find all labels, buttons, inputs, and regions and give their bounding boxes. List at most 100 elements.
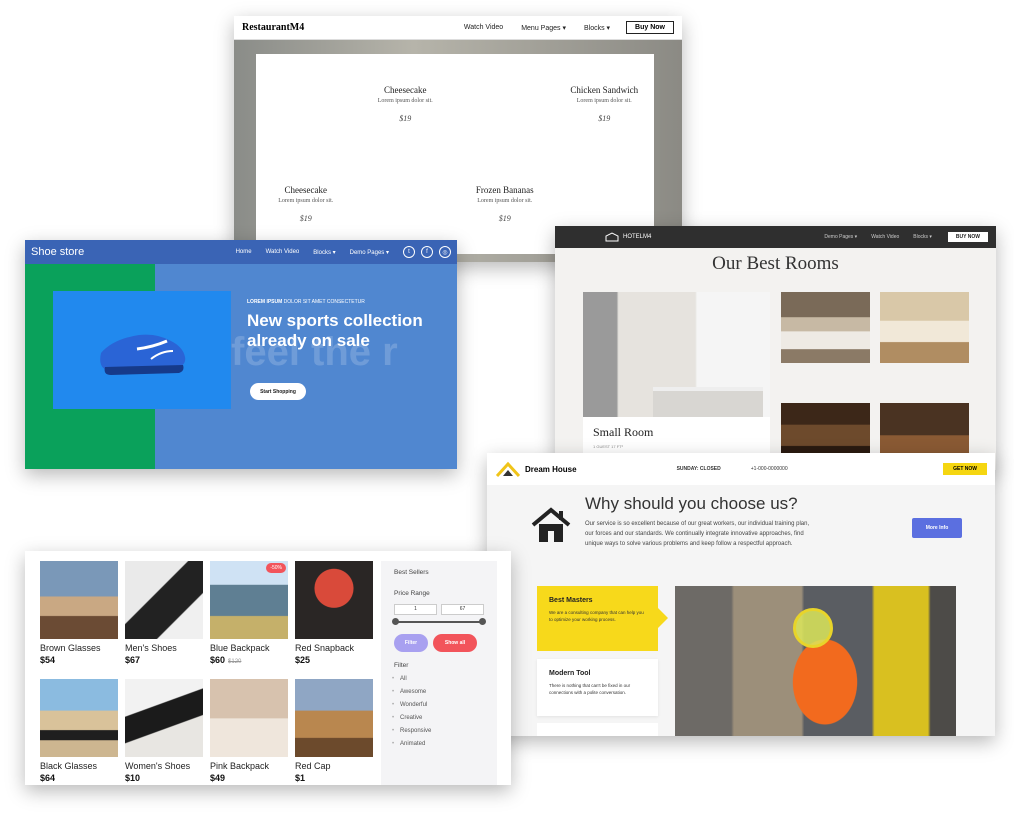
filter-option[interactable]: Responsive	[392, 728, 484, 734]
price-range-slider[interactable]	[392, 618, 486, 625]
nav-blocks[interactable]: Blocks ▾	[913, 234, 932, 240]
product-image[interactable]: -50%	[210, 561, 288, 639]
restaurant-brand[interactable]: RestaurantM4	[242, 22, 446, 33]
feature-card[interactable]	[537, 723, 658, 736]
product-image[interactable]	[295, 679, 373, 757]
feature-card-active[interactable]: Best Masters We are a consulting company…	[537, 586, 668, 651]
menu-item-price: $19	[299, 214, 312, 223]
product-image[interactable]	[125, 561, 203, 639]
hotel-brand-label: HOTELM4	[623, 234, 652, 240]
product-card[interactable]: Brown Glasses $54	[40, 561, 118, 665]
nav-home[interactable]: Home	[236, 249, 252, 255]
product-card[interactable]: Red Snapback $25	[295, 561, 373, 665]
nav-watch-video[interactable]: Watch Video	[871, 234, 899, 240]
best-sellers-heading[interactable]: Best Sellers	[394, 569, 484, 576]
get-now-button[interactable]: GET NOW	[943, 463, 987, 475]
menu-item-title: Cheesecake	[384, 85, 427, 95]
nav-menu-pages[interactable]: Menu Pages ▾	[521, 24, 566, 32]
nav-demo-pages[interactable]: Demo Pages ▾	[824, 234, 857, 240]
menu-item[interactable]: Cheesecake Lorem ipsum dolor sit. $19	[355, 54, 455, 154]
menu-grid: Cheesecake Lorem ipsum dolor sit. $19 Ch…	[256, 54, 654, 254]
shop-sidebar: Best Sellers Price Range 1 67 Filter Sho…	[381, 561, 497, 785]
section-paragraph: Our service is so excellent because of o…	[585, 521, 810, 547]
feature-title: Best Masters	[549, 597, 593, 604]
buy-now-button[interactable]: BUY NOW	[947, 232, 988, 242]
dream-brand[interactable]: Dream House	[525, 465, 577, 474]
hotel-preview: HOTELM4 Demo Pages ▾ Watch Video Blocks …	[555, 226, 996, 470]
product-card[interactable]: Black Glasses $64	[40, 679, 118, 783]
product-name[interactable]: Men's Shoes	[125, 643, 203, 653]
product-card[interactable]: Men's Shoes $67	[125, 561, 203, 665]
nav-watch-video[interactable]: Watch Video	[464, 24, 503, 31]
nav-blocks[interactable]: Blocks ▾	[584, 24, 610, 32]
feature-desc: We are a consulting company that can hel…	[549, 610, 644, 622]
room-image-small-room[interactable]	[583, 292, 770, 417]
hotel-logo-icon	[605, 232, 619, 242]
product-image[interactable]	[210, 679, 288, 757]
product-card[interactable]: Pink Backpack $49	[210, 679, 288, 783]
nav-blocks[interactable]: Blocks ▾	[313, 249, 335, 256]
product-image[interactable]	[40, 679, 118, 757]
room-thumb[interactable]	[880, 292, 969, 363]
shop-preview: Brown Glasses $54 Men's Shoes $67 -50% B…	[25, 551, 511, 785]
price-min-input[interactable]: 1	[394, 604, 437, 615]
start-shopping-button[interactable]: Start Shopping	[250, 383, 306, 400]
product-name[interactable]: Black Glasses	[40, 761, 118, 771]
feature-card[interactable]: Modern Tool There is nothing that can't …	[537, 659, 658, 716]
buy-now-button[interactable]: Buy Now	[626, 21, 674, 34]
room-thumb[interactable]	[781, 292, 870, 363]
menu-item[interactable]: Chicken Sandwich Lorem ipsum dolor sit. …	[554, 54, 654, 154]
nav-demo-pages[interactable]: Demo Pages ▾	[350, 249, 389, 256]
filter-list: All Awesome Wonderful Creative Responsiv…	[392, 676, 484, 747]
shoe-store-preview: Shoe store Home Watch Video Blocks ▾ Dem…	[25, 240, 457, 469]
product-name[interactable]: Blue Backpack	[210, 643, 288, 653]
price-range-heading: Price Range	[394, 590, 430, 597]
menu-item-price: $19	[399, 114, 412, 123]
product-name[interactable]: Pink Backpack	[210, 761, 288, 771]
product-image[interactable]	[295, 561, 373, 639]
filter-buttons: Filter Show all	[394, 634, 484, 652]
product-card[interactable]: Red Cap $1	[295, 679, 373, 783]
product-name[interactable]: Brown Glasses	[40, 643, 118, 653]
filter-option[interactable]: Creative	[392, 715, 484, 721]
hero-kicker: LOREM IPSUM DOLOR SIT AMET CONSECTETUR	[247, 299, 365, 305]
discount-badge: -50%	[266, 563, 286, 573]
product-card[interactable]: Women's Shoes $10	[125, 679, 203, 783]
filter-option[interactable]: Wonderful	[392, 702, 484, 708]
food-image-chocolate-cake	[455, 54, 555, 154]
filter-option[interactable]: All	[392, 676, 484, 682]
product-name[interactable]: Red Cap	[295, 761, 373, 771]
menu-item[interactable]: Frozen Bananas Lorem ipsum dolor sit. $1…	[455, 154, 555, 254]
section-heading: Why should you choose us?	[585, 494, 798, 513]
menu-item-desc: Lorem ipsum dolor sit.	[377, 98, 433, 104]
show-all-button[interactable]: Show all	[433, 634, 477, 652]
food-image-pancakes	[355, 154, 455, 254]
opening-hours: SUNDAY: CLOSED	[676, 466, 721, 472]
hero-kicker-bold: LOREM IPSUM	[247, 299, 283, 305]
twitter-icon[interactable]: t	[403, 246, 415, 258]
more-info-button[interactable]: More Info	[912, 518, 962, 538]
feature-title: Modern Tool	[549, 670, 591, 677]
price-range-inputs: 1 67	[394, 604, 484, 615]
dream-house-logo-icon	[495, 461, 521, 478]
filter-option[interactable]: Awesome	[392, 689, 484, 695]
shoe-brand[interactable]: Shoe store	[31, 246, 222, 258]
nav-watch-video[interactable]: Watch Video	[266, 249, 300, 255]
product-name[interactable]: Women's Shoes	[125, 761, 203, 771]
room-name[interactable]: Small Room	[593, 425, 760, 440]
menu-item[interactable]: Cheesecake Lorem ipsum dolor sit. $19	[256, 154, 356, 254]
filter-button[interactable]: Filter	[394, 634, 428, 652]
price-max-input[interactable]: 67	[441, 604, 484, 615]
phone-number[interactable]: +1-000-0000000	[751, 466, 788, 472]
hotel-brand[interactable]: HOTELM4	[563, 232, 810, 242]
filter-option[interactable]: Animated	[392, 741, 484, 747]
product-image[interactable]	[125, 679, 203, 757]
product-card[interactable]: -50% Blue Backpack $60 $120	[210, 561, 288, 665]
section-title: Our Best Rooms	[712, 253, 839, 274]
product-image[interactable]	[40, 561, 118, 639]
menu-item-title: Cheesecake	[284, 185, 327, 195]
facebook-icon[interactable]: f	[421, 246, 433, 258]
instagram-icon[interactable]: ◎	[439, 246, 451, 258]
menu-item-title: Chicken Sandwich	[570, 85, 639, 95]
product-name[interactable]: Red Snapback	[295, 643, 373, 653]
